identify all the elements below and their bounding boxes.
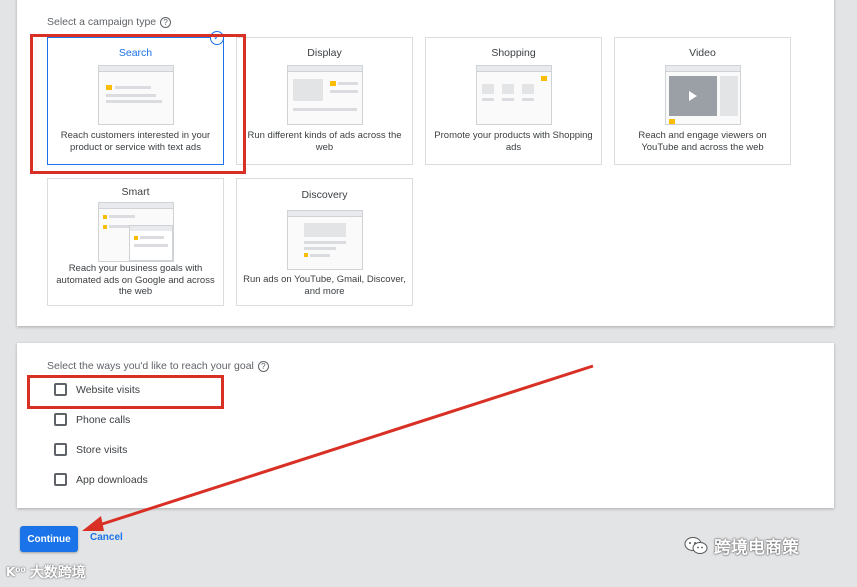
card-display[interactable]: Display Run different kinds of ads acros… (236, 37, 413, 165)
card-description: Run different kinds of ads across the we… (247, 130, 402, 153)
checkbox[interactable] (54, 443, 67, 456)
card-description: Promote your products with Shopping ads (434, 130, 593, 153)
card-description: Reach customers interested in your produ… (60, 130, 211, 153)
search-thumbnail (97, 65, 174, 125)
goal-option-label: Store visits (76, 443, 128, 456)
goal-option-store-visits[interactable]: Store visits (54, 443, 127, 456)
campaign-type-label: Select a campaign type (47, 16, 157, 28)
watermark-right-text: 跨境电商策 (714, 538, 799, 557)
play-icon (688, 91, 697, 101)
watermark-left-text: 大数跨境 (29, 564, 86, 580)
watermark-left: K⁰⁰ 大数跨境 (6, 562, 86, 582)
card-title: Discovery (301, 189, 348, 201)
goal-option-label: Website visits (76, 383, 140, 396)
card-description: Reach your business goals with automated… (56, 263, 215, 297)
help-icon[interactable]: ? (257, 360, 269, 372)
goal-heading: Select the ways you'd like to reach your… (47, 360, 269, 372)
wechat-icon (684, 536, 708, 556)
campaign-type-heading: Select a campaign type ? (47, 16, 172, 28)
card-description: Run ads on YouTube, Gmail, Discover, and… (243, 274, 406, 297)
display-thumbnail (286, 65, 363, 125)
card-title: Video (689, 47, 716, 59)
card-title: Search (118, 47, 153, 59)
card-search[interactable]: Search ✓ Reach customers interested in y… (47, 31, 224, 165)
card-title: Display (307, 47, 342, 59)
discovery-thumbnail (286, 210, 363, 270)
card-smart[interactable]: Smart Reach your business goals with aut… (47, 178, 224, 306)
card-title: Shopping (491, 47, 536, 59)
goal-option-label: Phone calls (76, 413, 131, 426)
card-shopping[interactable]: Shopping Promote your products with Shop… (425, 37, 602, 165)
checkbox[interactable] (54, 413, 67, 426)
goal-option-website-visits[interactable]: Website visits (54, 383, 140, 396)
goal-option-phone-calls[interactable]: Phone calls (54, 413, 130, 426)
smart-thumbnail (97, 202, 174, 262)
card-discovery[interactable]: Discovery Run ads on YouTube, Gmail, Dis… (236, 178, 413, 306)
campaign-type-panel: Select a campaign type ? Search ✓ Reach … (17, 0, 834, 326)
goal-option-label: App downloads (76, 473, 148, 486)
checkbox[interactable] (54, 383, 67, 396)
goal-panel: Select the ways you'd like to reach your… (17, 343, 834, 508)
continue-button[interactable]: Continue (20, 526, 78, 552)
goal-option-app-downloads[interactable]: App downloads (54, 473, 148, 486)
card-video[interactable]: Video Reach and engage viewers on YouTub… (614, 37, 791, 165)
card-description: Reach and engage viewers on YouTube and … (638, 130, 767, 153)
watermark-right: 跨境电商策 (684, 533, 799, 558)
checkbox[interactable] (54, 473, 67, 486)
card-title: Smart (121, 186, 150, 198)
video-thumbnail (664, 65, 741, 125)
help-icon[interactable]: ? (160, 16, 172, 28)
shopping-thumbnail (475, 65, 552, 125)
watermark-logo: K⁰⁰ (6, 565, 26, 579)
cancel-button[interactable]: Cancel (90, 532, 123, 543)
check-circle-icon: ✓ (210, 31, 224, 45)
goal-label: Select the ways you'd like to reach your… (47, 360, 254, 372)
